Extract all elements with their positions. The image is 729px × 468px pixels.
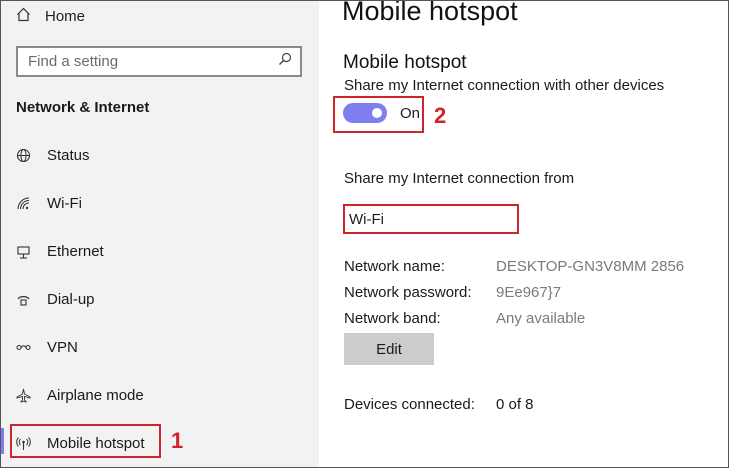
sidebar-item-airplane-mode[interactable]: Airplane mode bbox=[16, 383, 144, 407]
search-input[interactable] bbox=[26, 52, 278, 71]
network-password-label: Network password: bbox=[344, 284, 472, 301]
vpn-icon bbox=[16, 340, 31, 355]
search-box[interactable] bbox=[16, 46, 302, 77]
sidebar-item-vpn[interactable]: VPN bbox=[16, 335, 78, 359]
airplane-icon bbox=[16, 388, 31, 403]
network-password-value: 9Ee967}7 bbox=[496, 284, 562, 301]
selection-indicator bbox=[0, 428, 4, 454]
highlight-box-mobile-hotspot bbox=[10, 424, 161, 458]
home-label: Home bbox=[45, 7, 86, 25]
devices-connected-value: 0 of 8 bbox=[496, 396, 534, 413]
sidebar-item-label: Ethernet bbox=[47, 242, 104, 260]
network-band-value: Any available bbox=[496, 310, 586, 327]
sidebar-item-status[interactable]: Status bbox=[16, 143, 90, 167]
network-name-value: DESKTOP-GN3V8MM 2856 bbox=[496, 258, 685, 275]
share-from-value: Wi-Fi bbox=[349, 210, 384, 228]
sidebar-item-label: Wi-Fi bbox=[47, 194, 82, 212]
step-2-marker: 2 bbox=[434, 103, 447, 128]
network-band-label: Network band: bbox=[344, 310, 441, 327]
share-from-dropdown[interactable]: Wi-Fi bbox=[343, 204, 519, 234]
sidebar-item-label: Status bbox=[47, 146, 90, 164]
sidebar-item-ethernet[interactable]: Ethernet bbox=[16, 239, 104, 263]
share-connection-label: Share my Internet connection with other … bbox=[344, 77, 665, 94]
toggle-state-label: On bbox=[400, 104, 421, 122]
sidebar-item-wifi[interactable]: Wi-Fi bbox=[16, 191, 82, 215]
sidebar-item-label: Airplane mode bbox=[47, 386, 144, 404]
sidebar-item-label: Dial-up bbox=[47, 290, 95, 308]
section-title: Mobile hotspot bbox=[343, 52, 467, 73]
edit-button[interactable]: Edit bbox=[344, 333, 434, 365]
step-1-marker: 1 bbox=[171, 428, 184, 453]
toggle-switch[interactable] bbox=[343, 103, 387, 123]
home-icon bbox=[16, 7, 31, 26]
toggle-knob bbox=[372, 108, 382, 118]
sidebar-item-label: VPN bbox=[47, 338, 78, 356]
sidebar-section-title: Network & Internet bbox=[16, 99, 150, 116]
page-title: Mobile hotspot bbox=[342, 0, 518, 26]
globe-icon bbox=[16, 148, 31, 163]
hotspot-toggle[interactable]: On bbox=[343, 103, 420, 123]
search-icon[interactable] bbox=[278, 52, 292, 71]
dialup-icon bbox=[16, 292, 31, 307]
ethernet-icon bbox=[16, 244, 31, 259]
settings-sidebar: Home Network & Internet Status Wi-Fi Eth… bbox=[0, 0, 319, 468]
network-name-label: Network name: bbox=[344, 258, 445, 275]
main-panel: Mobile hotspot Mobile hotspot Share my I… bbox=[319, 0, 729, 468]
home-nav-item[interactable]: Home bbox=[16, 5, 85, 27]
devices-connected-label: Devices connected: bbox=[344, 396, 475, 413]
sidebar-item-dialup[interactable]: Dial-up bbox=[16, 287, 95, 311]
wifi-icon bbox=[16, 196, 31, 211]
share-from-label: Share my Internet connection from bbox=[344, 170, 575, 187]
